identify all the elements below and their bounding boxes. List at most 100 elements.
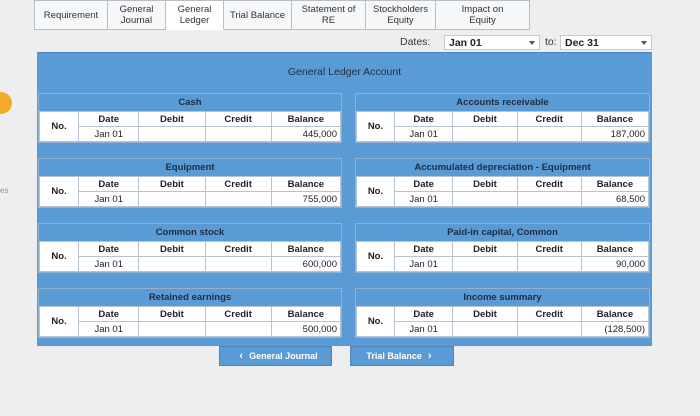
col-no: No. <box>38 241 80 272</box>
tab-bar: Requirement General Journal General Ledg… <box>34 0 530 30</box>
ledger-account: Retained earnings No. Date Debit Credit Balan… <box>38 288 342 338</box>
account-title: Cash <box>39 94 341 111</box>
date-cell: Jan 01 <box>78 321 140 337</box>
ledger-header: General Ledger Account <box>37 52 652 88</box>
col-credit: Credit <box>516 111 582 127</box>
tab-general-ledger[interactable]: General Ledger <box>166 0 224 30</box>
balance-cell: 500,000 <box>270 321 342 337</box>
date-to-value: Dec 31 <box>565 37 599 49</box>
ledger-account: Accounts receivable No. Date Debit Credit Bal… <box>355 93 650 143</box>
date-cell: Jan 01 <box>393 321 454 337</box>
account-title: Retained earnings <box>39 289 341 306</box>
credit-cell[interactable] <box>204 191 272 207</box>
debit-cell[interactable] <box>452 321 518 337</box>
ledger-account: Paid-in capital, Common No. Date Debit Credi… <box>355 223 650 273</box>
account-table: No. Date Debit Credit Balance Jan 01 600,000 <box>38 241 342 272</box>
date-from-select[interactable]: Jan 01 <box>444 35 540 50</box>
col-balance: Balance <box>270 111 342 127</box>
col-date: Date <box>393 111 454 127</box>
ledger-account: Cash No. Date Debit Credit Balance Jan 01 445,0… <box>38 93 342 143</box>
debit-cell[interactable] <box>138 256 206 272</box>
col-no: No. <box>38 176 80 207</box>
to-label: to: <box>545 36 557 48</box>
notification-dot <box>0 92 12 114</box>
edge-text: es <box>0 186 9 195</box>
table-row: Jan 01 187,000 <box>357 126 650 142</box>
table-row: Jan 01 (128,500) <box>357 321 650 337</box>
col-debit: Debit <box>452 306 518 322</box>
page-title: General Ledger Account <box>287 66 402 78</box>
balance-cell: 600,000 <box>270 256 342 272</box>
col-credit: Credit <box>204 176 272 192</box>
col-balance: Balance <box>580 306 650 322</box>
tab-requirement[interactable]: Requirement <box>34 0 108 30</box>
date-cell: Jan 01 <box>78 256 140 272</box>
col-date: Date <box>78 241 140 257</box>
chevron-left-icon: ‹ <box>239 350 244 362</box>
credit-cell[interactable] <box>204 126 272 142</box>
account-table: No. Date Debit Credit Balance Jan 01 68,500 <box>356 176 650 207</box>
ledger-account: Common stock No. Date Debit Credit Balance Jan… <box>38 223 342 273</box>
debit-cell[interactable] <box>138 126 206 142</box>
next-trial-balance-button[interactable]: Trial Balance › <box>350 346 454 366</box>
col-debit: Debit <box>138 111 206 127</box>
date-cell: Jan 01 <box>393 256 454 272</box>
account-table: No. Date Debit Credit Balance Jan 01 187,000 <box>356 111 650 142</box>
account-table: No. Date Debit Credit Balance Jan 01 (128,500) <box>356 306 650 337</box>
header-row: No. Date Debit Credit Balance <box>356 306 650 337</box>
account-title: Paid-in capital, Common <box>356 224 649 241</box>
date-to-select[interactable]: Dec 31 <box>560 35 652 50</box>
col-date: Date <box>78 111 140 127</box>
chevron-right-icon: › <box>427 350 432 362</box>
account-table: No. Date Debit Credit Balance Jan 01 755,000 <box>38 176 342 207</box>
debit-cell[interactable] <box>452 256 518 272</box>
col-date: Date <box>393 241 454 257</box>
account-title: Accounts receivable <box>356 94 649 111</box>
ledger-account: Income summary No. Date Debit Credit Balance J… <box>355 288 650 338</box>
tab-statement-of-re[interactable]: Statement of RE <box>292 0 366 30</box>
date-cell: Jan 01 <box>78 191 140 207</box>
debit-cell[interactable] <box>138 191 206 207</box>
account-table: No. Date Debit Credit Balance Jan 01 445,000 <box>38 111 342 142</box>
credit-cell[interactable] <box>516 256 582 272</box>
table-row: Jan 01 500,000 <box>40 321 342 337</box>
col-debit: Debit <box>452 111 518 127</box>
tab-trial-balance[interactable]: Trial Balance <box>224 0 292 30</box>
balance-cell: 68,500 <box>580 191 650 207</box>
tab-impact-on-equity[interactable]: Impact on Equity <box>436 0 530 30</box>
balance-cell: 187,000 <box>580 126 650 142</box>
account-table: No. Date Debit Credit Balance Jan 01 500,000 <box>38 306 342 337</box>
col-balance: Balance <box>270 176 342 192</box>
col-no: No. <box>38 111 80 142</box>
balance-cell: 445,000 <box>270 126 342 142</box>
debit-cell[interactable] <box>138 321 206 337</box>
tab-stockholders-equity[interactable]: Stockholders Equity <box>366 0 436 30</box>
header-row: No. Date Debit Credit Balance <box>38 111 342 142</box>
credit-cell[interactable] <box>516 191 582 207</box>
debit-cell[interactable] <box>452 191 518 207</box>
chevron-down-icon <box>641 41 647 45</box>
col-date: Date <box>393 176 454 192</box>
header-row: No. Date Debit Credit Balance <box>356 241 650 272</box>
header-row: No. Date Debit Credit Balance <box>356 111 650 142</box>
col-debit: Debit <box>452 241 518 257</box>
col-credit: Credit <box>516 306 582 322</box>
balance-cell: (128,500) <box>580 321 650 337</box>
credit-cell[interactable] <box>516 126 582 142</box>
credit-cell[interactable] <box>516 321 582 337</box>
tab-general-journal[interactable]: General Journal <box>108 0 166 30</box>
col-date: Date <box>393 306 454 322</box>
col-debit: Debit <box>138 241 206 257</box>
col-credit: Credit <box>204 111 272 127</box>
col-balance: Balance <box>580 111 650 127</box>
date-cell: Jan 01 <box>78 126 140 142</box>
prev-general-journal-button[interactable]: ‹ General Journal <box>219 346 332 366</box>
account-table: No. Date Debit Credit Balance Jan 01 90,000 <box>356 241 650 272</box>
dates-label: Dates: <box>400 36 431 48</box>
date-cell: Jan 01 <box>393 191 454 207</box>
col-balance: Balance <box>580 176 650 192</box>
debit-cell[interactable] <box>452 126 518 142</box>
chevron-down-icon <box>529 41 535 45</box>
credit-cell[interactable] <box>204 256 272 272</box>
credit-cell[interactable] <box>204 321 272 337</box>
